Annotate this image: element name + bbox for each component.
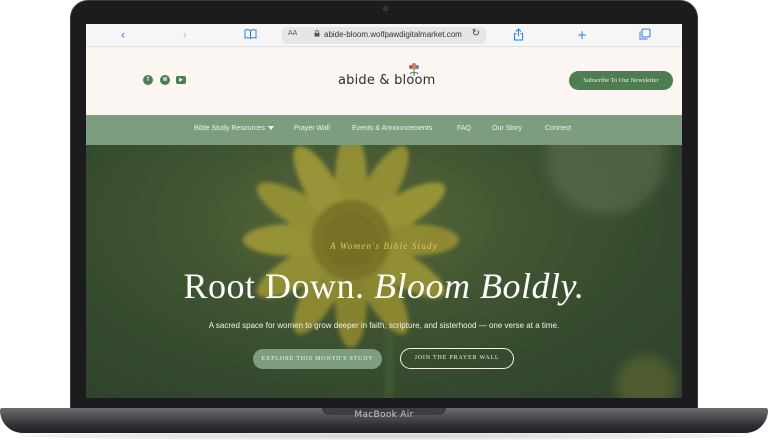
reader-icon[interactable] — [243, 28, 257, 42]
hero-subline: A sacred space for women to grow deeper … — [208, 321, 560, 330]
browser-toolbar: ‹ › AA abide-bloom.wolfpawdigitalmarket.… — [86, 24, 682, 47]
screen: ‹ › AA abide-bloom.wolfpawdigitalmarket.… — [86, 24, 682, 398]
nav-item-connect[interactable]: Connect — [545, 125, 571, 132]
camera-icon — [383, 6, 388, 11]
main-nav: Bible Study Resources Prayer Wall Events… — [86, 115, 682, 145]
reload-icon[interactable]: ↻ — [472, 28, 480, 39]
hero-section: A Women's Bible Study Root Down. Bloom B… — [86, 145, 682, 398]
back-icon[interactable]: ‹ — [116, 28, 130, 42]
laptop-shadow — [20, 432, 748, 440]
site-header: f ≋ ▶ abide & bloom Subscribe To Our New… — [86, 47, 682, 115]
headline-plain: Root Down. — [183, 266, 365, 306]
device-label: MacBook Air — [354, 410, 414, 420]
new-tab-icon[interactable]: + — [575, 28, 589, 42]
forward-icon[interactable]: › — [178, 28, 192, 42]
headline-italic: Bloom Boldly. — [374, 266, 585, 306]
subscribe-button[interactable]: Subscribe To Our Newsletter — [569, 71, 673, 90]
explore-study-button[interactable]: EXPLORE THIS MONTH'S STUDY — [253, 349, 382, 369]
nav-item-our-story[interactable]: Our Story — [492, 125, 522, 132]
youtube-icon[interactable]: ▶ — [176, 76, 186, 84]
lock-icon — [314, 30, 320, 39]
nav-item-events[interactable]: Events & Announcements — [352, 125, 432, 132]
url-text: abide-bloom.wolfpawdigitalmarket.com — [324, 30, 462, 39]
share-icon[interactable] — [511, 28, 525, 42]
address-bar[interactable]: AA abide-bloom.wolfpawdigitalmarket.com … — [282, 27, 486, 44]
text-size-button[interactable]: AA — [288, 30, 297, 37]
site-logo[interactable]: abide & bloom — [338, 73, 436, 88]
nav-item-prayer-wall[interactable]: Prayer Wall — [294, 125, 330, 132]
caret-down-icon — [267, 126, 274, 131]
join-prayer-wall-button[interactable]: JOIN THE PRAYER WALL — [400, 348, 514, 369]
hero-eyebrow: A Women's Bible Study — [330, 241, 438, 251]
spotify-icon[interactable]: ≋ — [160, 75, 170, 85]
tabs-icon[interactable] — [638, 28, 652, 42]
hero-headline: Root Down. Bloom Boldly. — [86, 265, 682, 307]
nav-item-faq[interactable]: FAQ — [457, 125, 471, 132]
nav-item-label: Bible Study Resources — [194, 125, 265, 132]
nav-item-bible-study-resources[interactable]: Bible Study Resources — [194, 125, 274, 132]
facebook-icon[interactable]: f — [143, 75, 153, 85]
